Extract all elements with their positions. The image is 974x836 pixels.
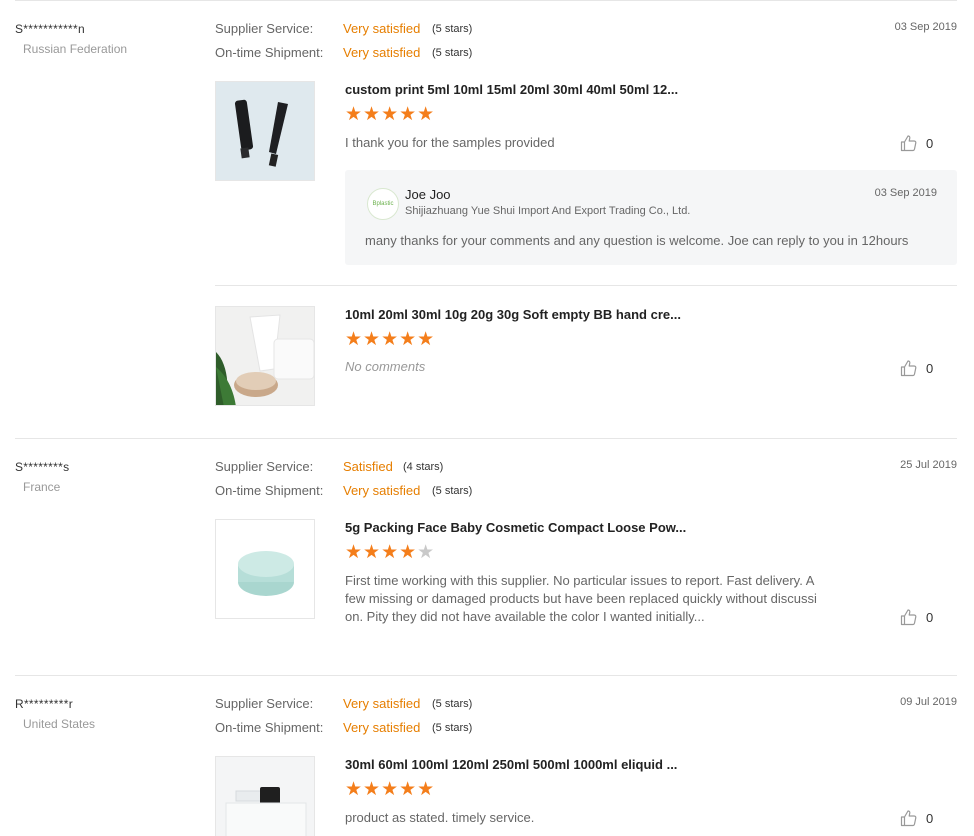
supplier-service-label: Supplier Service: bbox=[215, 696, 314, 711]
product-rating-stars: ★★★★★ bbox=[345, 542, 436, 563]
shipment-value: Very satisfied bbox=[343, 483, 421, 498]
thumbs-up-icon bbox=[900, 809, 918, 827]
like-count: 0 bbox=[926, 810, 934, 826]
review-date: 25 Jul 2019 bbox=[900, 459, 957, 471]
reply-company: Shijiazhuang Yue Shui Import And Export … bbox=[405, 205, 691, 217]
product-rating-stars: ★★★★★ bbox=[345, 329, 436, 350]
top-divider bbox=[15, 0, 957, 1]
buyer-country: Russian Federation bbox=[23, 42, 128, 56]
shipment-label: On-time Shipment: bbox=[215, 45, 324, 60]
product-title[interactable]: 10ml 20ml 30ml 10g 20g 30g Soft empty BB… bbox=[345, 307, 681, 322]
product-title[interactable]: 5g Packing Face Baby Cosmetic Compact Lo… bbox=[345, 520, 686, 535]
buyer-name: S***********n bbox=[15, 22, 85, 36]
like-button[interactable]: 0 bbox=[900, 608, 933, 626]
supplier-service-value: Satisfied bbox=[343, 459, 393, 474]
shipment-stars: (5 stars) bbox=[432, 47, 473, 59]
buyer-country: United States bbox=[23, 717, 96, 731]
product-thumbnail[interactable] bbox=[215, 306, 315, 406]
review-date: 09 Jul 2019 bbox=[900, 696, 957, 708]
shipment-value: Very satisfied bbox=[343, 720, 421, 735]
shipment-stars: (5 stars) bbox=[432, 722, 473, 734]
supplier-service-stars: (4 stars) bbox=[403, 461, 444, 473]
product-thumbnail[interactable] bbox=[215, 756, 315, 836]
supplier-service-value: Very satisfied bbox=[343, 21, 421, 36]
product-thumbnail[interactable] bbox=[215, 81, 315, 181]
review-divider bbox=[15, 675, 957, 676]
review-comment: I thank you for the samples provided bbox=[345, 135, 555, 150]
product-rating-stars: ★★★★★ bbox=[345, 104, 436, 125]
shipment-value: Very satisfied bbox=[343, 45, 421, 60]
like-button[interactable]: 0 bbox=[900, 134, 933, 152]
product-thumbnail[interactable] bbox=[215, 519, 315, 619]
supplier-service-stars: (5 stars) bbox=[432, 23, 473, 35]
thumbs-up-icon bbox=[900, 608, 918, 626]
like-count: 0 bbox=[926, 609, 934, 625]
review-date: 03 Sep 2019 bbox=[894, 21, 957, 33]
supplier-reply: Bplastic Joe Joo Shijiazhuang Yue Shui I… bbox=[345, 170, 957, 265]
shipment-label: On-time Shipment: bbox=[215, 720, 324, 735]
buyer-name: S********s bbox=[15, 460, 70, 474]
review-divider bbox=[15, 438, 957, 439]
shipment-label: On-time Shipment: bbox=[215, 483, 324, 498]
like-button[interactable]: 0 bbox=[900, 809, 933, 827]
shipment-stars: (5 stars) bbox=[432, 485, 473, 497]
supplier-service-value: Very satisfied bbox=[343, 696, 421, 711]
product-title[interactable]: custom print 5ml 10ml 15ml 20ml 30ml 40m… bbox=[345, 82, 678, 97]
supplier-avatar: Bplastic bbox=[367, 188, 399, 220]
thumbs-up-icon bbox=[900, 134, 918, 152]
supplier-service-stars: (5 stars) bbox=[432, 698, 473, 710]
like-count: 0 bbox=[926, 135, 934, 151]
like-count: 0 bbox=[926, 360, 934, 376]
product-rating-stars: ★★★★★ bbox=[345, 779, 436, 800]
supplier-service-label: Supplier Service: bbox=[215, 21, 314, 36]
supplier-service-label: Supplier Service: bbox=[215, 459, 314, 474]
comment-line: on. Pity they did not have available the… bbox=[345, 609, 705, 624]
review-comment: No comments bbox=[345, 359, 426, 374]
reply-text: many thanks for your comments and any qu… bbox=[365, 233, 909, 248]
review-comment: product as stated. timely service. bbox=[345, 810, 535, 825]
product-divider bbox=[215, 285, 957, 286]
like-button[interactable]: 0 bbox=[900, 359, 933, 377]
buyer-name: R*********r bbox=[15, 697, 73, 711]
product-title[interactable]: 30ml 60ml 100ml 120ml 250ml 500ml 1000ml… bbox=[345, 757, 677, 772]
comment-line: First time working with this supplier. N… bbox=[345, 573, 815, 588]
buyer-country: France bbox=[23, 480, 61, 494]
thumbs-up-icon bbox=[900, 359, 918, 377]
reply-author: Joe Joo bbox=[405, 187, 451, 202]
review-comment: First time working with this supplier. N… bbox=[345, 572, 865, 626]
reply-date: 03 Sep 2019 bbox=[874, 187, 937, 199]
comment-line: few missing or damaged products but have… bbox=[345, 591, 817, 606]
